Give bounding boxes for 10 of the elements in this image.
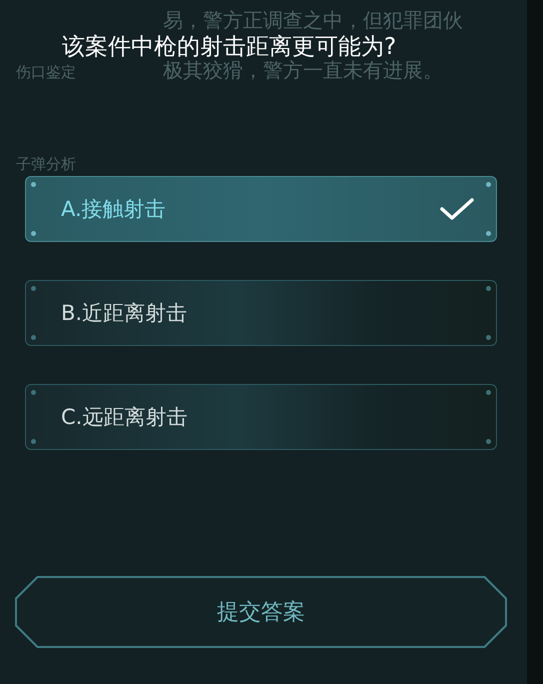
answer-option[interactable]: A.接触射击 xyxy=(25,176,497,242)
checkmark-icon xyxy=(440,197,474,221)
story-text: 极其狡猾，警方一直未有进展。 xyxy=(163,58,444,82)
section-label: 子弹分析 xyxy=(16,155,76,174)
submit-button[interactable]: 提交答案 xyxy=(15,576,507,648)
answer-option[interactable]: B.近距离射击 xyxy=(25,280,497,346)
question-text: 该案件中枪的射击距离更可能为? xyxy=(62,34,396,60)
section-label: 伤口鉴定 xyxy=(16,63,76,82)
answer-option[interactable]: C.远距离射击 xyxy=(25,384,497,450)
story-text: 易，警方正调查之中，但犯罪团伙 xyxy=(163,8,463,32)
